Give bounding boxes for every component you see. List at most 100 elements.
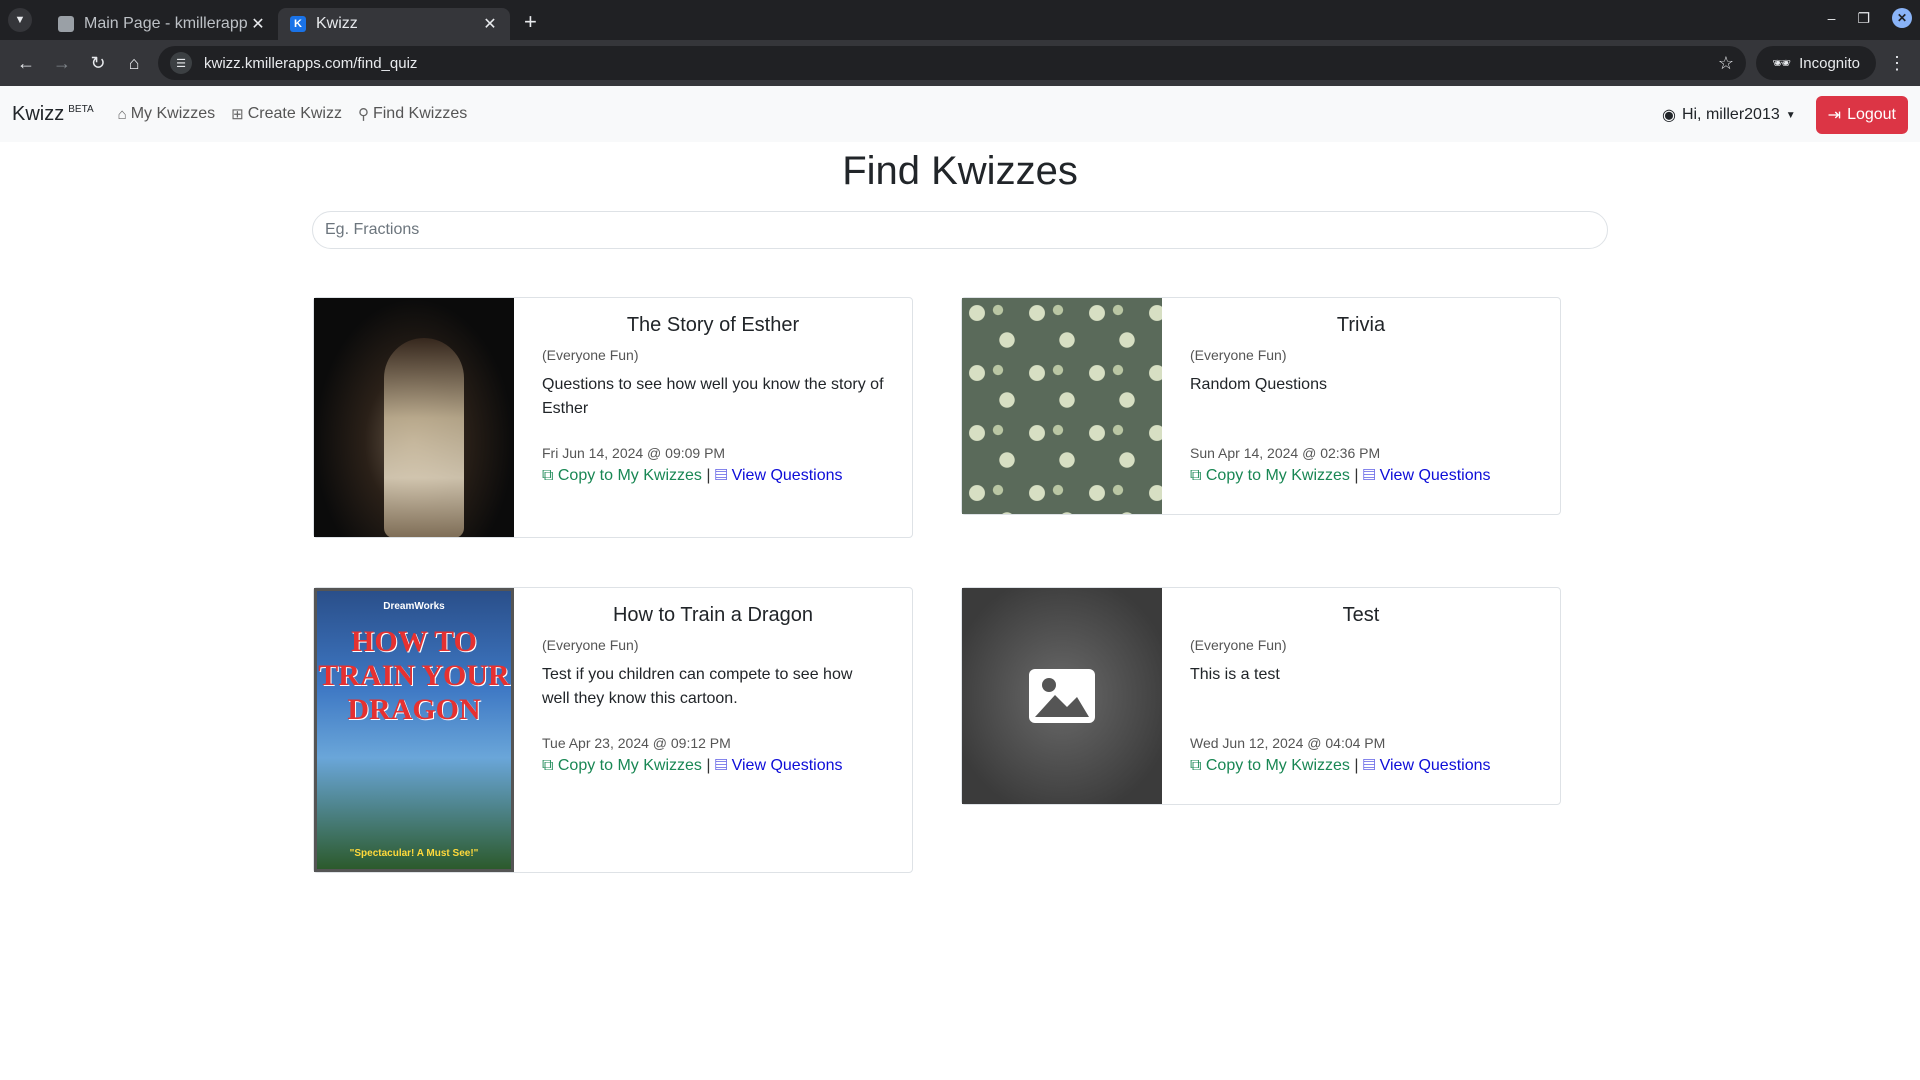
copy-icon: ⧉ bbox=[1190, 467, 1206, 484]
nav-label: My Kwizzes bbox=[130, 105, 216, 122]
copy-to-my-kwizzes-link[interactable]: ⧉ Copy to My Kwizzes bbox=[1190, 467, 1350, 484]
quiz-card: Test (Everyone Fun) This is a test Wed J… bbox=[961, 587, 1561, 805]
view-questions-link[interactable]: ▤ View Questions bbox=[715, 467, 843, 484]
copy-to-my-kwizzes-link[interactable]: ⧉ Copy to My Kwizzes bbox=[1190, 757, 1350, 774]
brand-name: Kwizz bbox=[12, 102, 65, 125]
view-label: View Questions bbox=[731, 467, 843, 484]
nav-find-kwizzes[interactable]: ⚲ Find Kwizzes bbox=[358, 105, 467, 123]
image-placeholder-icon bbox=[1029, 669, 1095, 723]
view-label: View Questions bbox=[731, 757, 843, 774]
quiz-image bbox=[962, 298, 1162, 514]
navbar-right: ◉ Hi, miller2013 ▼ ⇥ Logout bbox=[1662, 96, 1908, 134]
copy-label: Copy to My Kwizzes bbox=[1205, 757, 1350, 774]
quiz-description: Random Questions bbox=[1190, 376, 1327, 393]
logout-button[interactable]: ⇥ Logout bbox=[1815, 96, 1908, 134]
forward-icon[interactable]: → bbox=[44, 45, 80, 81]
quiz-description: Test if you children can compete to see … bbox=[542, 666, 853, 707]
poster-tagline: "Spectacular! A Must See!" bbox=[349, 848, 479, 859]
back-icon[interactable]: ← bbox=[8, 45, 44, 81]
quiz-card-body: The Story of Esther (Everyone Fun) Quest… bbox=[514, 298, 912, 537]
copy-icon: ⧉ bbox=[1190, 757, 1206, 774]
plus-square-icon: ⊞ bbox=[231, 106, 244, 123]
close-tab-icon[interactable]: ✕ bbox=[248, 14, 268, 34]
tab-main-page[interactable]: Main Page - kmillerapps ✕ bbox=[46, 8, 278, 40]
search-input[interactable] bbox=[312, 211, 1608, 249]
home-icon[interactable]: ⌂ bbox=[116, 45, 152, 81]
restore-icon[interactable]: ❐ bbox=[1857, 10, 1870, 27]
address-bar: ← → ↻ ⌂ ☰ kwizz.kmillerapps.com/find_qui… bbox=[0, 40, 1920, 86]
reload-icon[interactable]: ↻ bbox=[80, 45, 116, 81]
copy-icon: ⧉ bbox=[542, 757, 558, 774]
quiz-image bbox=[314, 298, 514, 537]
incognito-badge[interactable]: 🕶 Incognito bbox=[1756, 46, 1876, 80]
logout-label: Logout bbox=[1847, 106, 1896, 123]
user-dropdown[interactable]: ◉ Hi, miller2013 ▼ bbox=[1662, 105, 1796, 125]
close-tab-icon[interactable]: ✕ bbox=[480, 14, 500, 34]
quiz-title: Trivia bbox=[1336, 314, 1386, 336]
tab-title: Main Page - kmillerapps bbox=[84, 15, 248, 32]
quiz-description: This is a test bbox=[1190, 666, 1280, 683]
tab-kwizz[interactable]: K Kwizz ✕ bbox=[278, 8, 510, 40]
browser-tab-bar: ▼ Main Page - kmillerapps ✕ K Kwizz ✕ + … bbox=[0, 0, 1920, 40]
nav-my-kwizzes[interactable]: ⌂ My Kwizzes bbox=[118, 105, 216, 123]
quiz-card-body: Test (Everyone Fun) This is a test Wed J… bbox=[1162, 588, 1560, 804]
view-questions-link[interactable]: ▤ View Questions bbox=[1363, 757, 1491, 774]
url-field[interactable]: ☰ kwizz.kmillerapps.com/find_quiz ☆ bbox=[158, 46, 1747, 80]
incognito-label: Incognito bbox=[1799, 54, 1860, 72]
quiz-date: Fri Jun 14, 2024 @ 09:09 PM bbox=[542, 445, 726, 461]
beta-badge: BETA bbox=[68, 103, 94, 115]
quiz-card: The Story of Esther (Everyone Fun) Quest… bbox=[313, 297, 913, 538]
quiz-date: Sun Apr 14, 2024 @ 02:36 PM bbox=[1190, 445, 1381, 461]
quiz-category: (Everyone Fun) bbox=[1190, 347, 1287, 363]
caret-down-icon: ▼ bbox=[1785, 109, 1796, 121]
quiz-title: Test bbox=[1342, 604, 1380, 626]
list-icon: ▤ bbox=[1362, 467, 1380, 484]
url-text: kwizz.kmillerapps.com/find_quiz bbox=[204, 54, 418, 72]
quiz-card-body: Trivia (Everyone Fun) Random Questions S… bbox=[1162, 298, 1560, 514]
nav-label: Create Kwizz bbox=[247, 105, 342, 122]
kwizz-favicon-icon: K bbox=[290, 16, 306, 32]
search-icon: ⚲ bbox=[357, 106, 369, 123]
incognito-icon: 🕶 bbox=[1772, 55, 1792, 72]
copy-label: Copy to My Kwizzes bbox=[557, 757, 702, 774]
quiz-category: (Everyone Fun) bbox=[1190, 637, 1287, 653]
user-circle-icon: ◉ bbox=[1661, 107, 1676, 124]
close-window-icon[interactable]: ✕ bbox=[1892, 8, 1912, 28]
link-separator: | bbox=[1354, 467, 1359, 484]
view-questions-link[interactable]: ▤ View Questions bbox=[715, 757, 843, 774]
poster-headline: HOW TO TRAIN YOUR DRAGON bbox=[318, 625, 510, 726]
link-separator: | bbox=[706, 757, 711, 774]
copy-to-my-kwizzes-link[interactable]: ⧉ Copy to My Kwizzes bbox=[542, 467, 702, 484]
view-label: View Questions bbox=[1379, 757, 1491, 774]
quiz-description: Questions to see how well you know the s… bbox=[542, 376, 884, 417]
quiz-date: Tue Apr 23, 2024 @ 09:12 PM bbox=[542, 735, 731, 751]
site-info-icon[interactable]: ☰ bbox=[170, 52, 192, 74]
quiz-date: Wed Jun 12, 2024 @ 04:04 PM bbox=[1190, 735, 1386, 751]
site-navbar: Kwizz BETA ⌂ My Kwizzes ⊞ Create Kwizz ⚲ … bbox=[0, 86, 1920, 142]
link-separator: | bbox=[706, 467, 711, 484]
link-separator: | bbox=[1354, 757, 1359, 774]
home-icon: ⌂ bbox=[117, 105, 127, 123]
minimize-icon[interactable]: – bbox=[1828, 10, 1836, 26]
list-icon: ▤ bbox=[714, 467, 732, 484]
list-icon: ▤ bbox=[714, 757, 732, 774]
tab-search-icon[interactable]: ▼ bbox=[8, 8, 32, 32]
quiz-title: How to Train a Dragon bbox=[612, 604, 814, 626]
new-tab-icon[interactable]: + bbox=[524, 9, 537, 35]
quiz-actions: ⧉ Copy to My Kwizzes | ▤ View Questions bbox=[1190, 757, 1532, 775]
copy-label: Copy to My Kwizzes bbox=[557, 467, 702, 484]
browser-menu-icon[interactable]: ⋮ bbox=[1882, 53, 1912, 74]
nav-create-kwizz[interactable]: ⊞ Create Kwizz bbox=[231, 105, 342, 123]
bookmark-star-icon[interactable]: ☆ bbox=[1718, 53, 1734, 74]
logout-icon: ⇥ bbox=[1827, 107, 1842, 124]
page-favicon-icon bbox=[58, 16, 74, 32]
brand-logo[interactable]: Kwizz BETA bbox=[12, 103, 94, 126]
copy-to-my-kwizzes-link[interactable]: ⧉ Copy to My Kwizzes bbox=[542, 757, 702, 774]
copy-label: Copy to My Kwizzes bbox=[1205, 467, 1350, 484]
quiz-category: (Everyone Fun) bbox=[542, 637, 639, 653]
quiz-image: DreamWorks HOW TO TRAIN YOUR DRAGON "Spe… bbox=[314, 588, 514, 872]
list-icon: ▤ bbox=[1362, 757, 1380, 774]
view-questions-link[interactable]: ▤ View Questions bbox=[1363, 467, 1491, 484]
tab-title: Kwizz bbox=[316, 15, 358, 32]
quiz-title: The Story of Esther bbox=[626, 314, 800, 336]
